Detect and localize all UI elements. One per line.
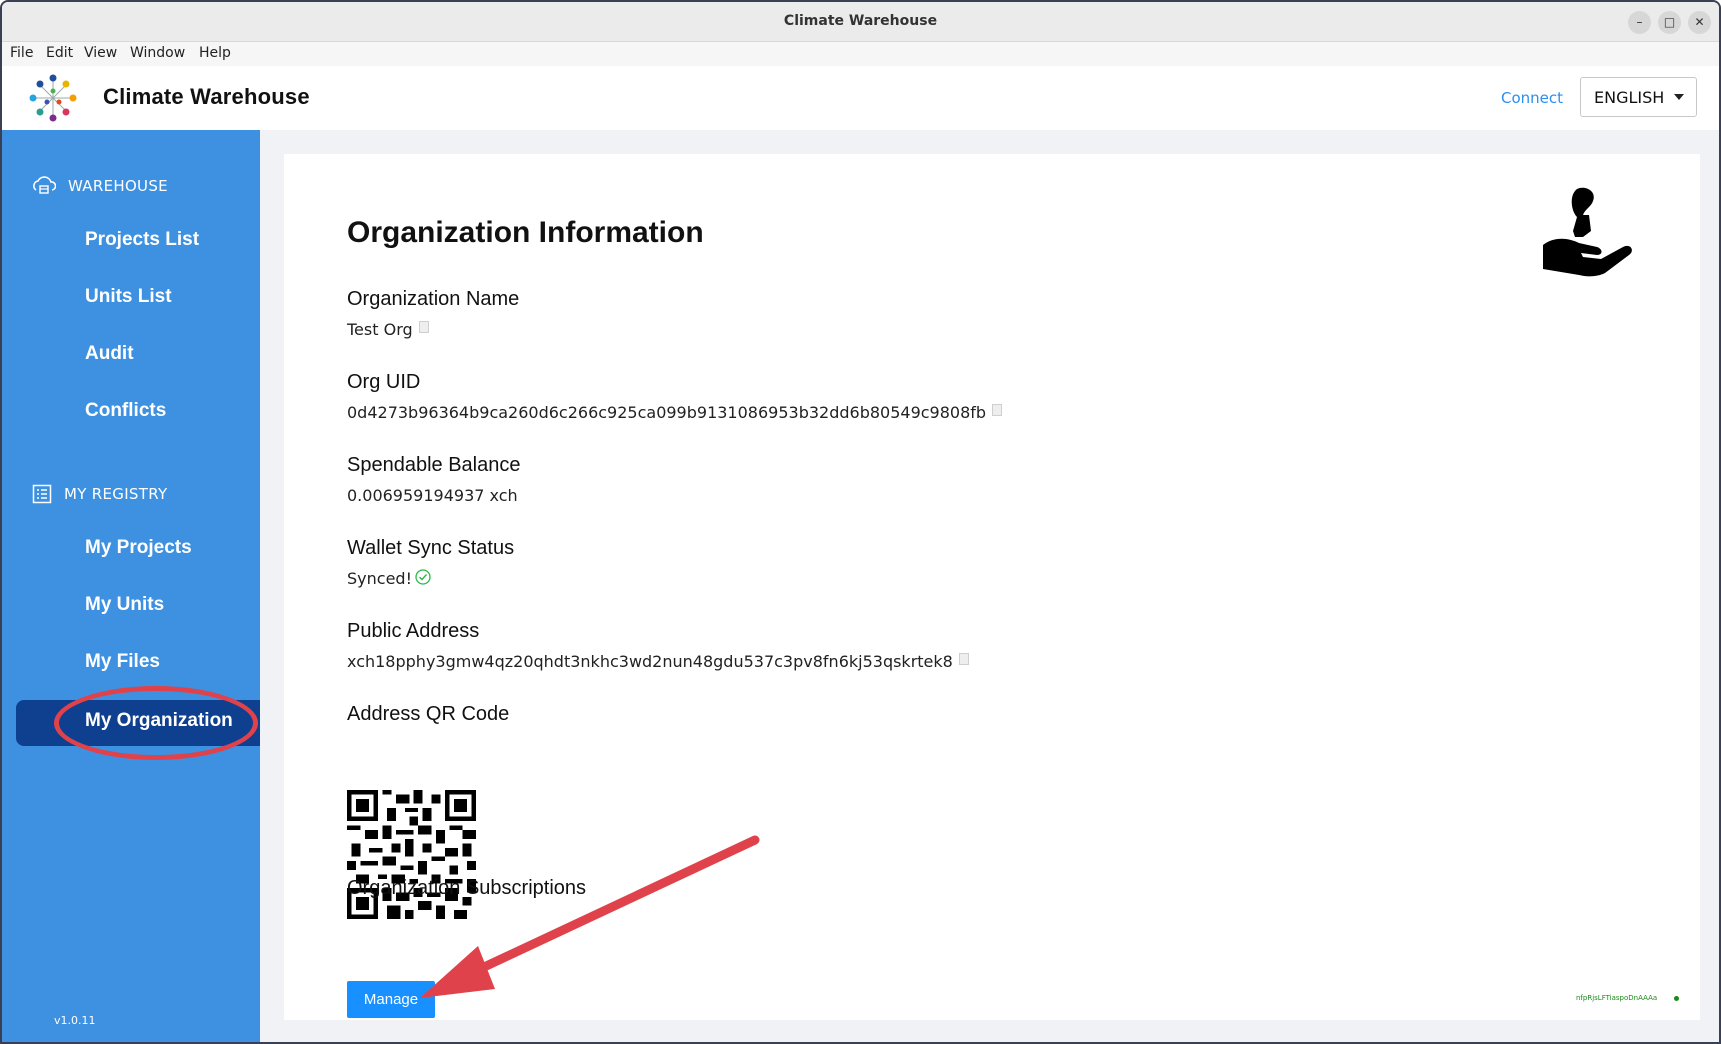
sync-status-value: Synced! bbox=[347, 568, 431, 588]
sidebar-item-projects-list[interactable]: Projects List bbox=[85, 229, 199, 251]
connection-id: nfpRjsLFTiaspoDnAAAa bbox=[1576, 994, 1658, 1002]
sidebar-section-warehouse: WAREHOUSE bbox=[32, 176, 168, 196]
organization-icon bbox=[1543, 187, 1632, 277]
main-content: Organization Information Organization Na… bbox=[284, 154, 1700, 1020]
status-dot bbox=[1674, 996, 1679, 1001]
manage-button[interactable]: Manage bbox=[347, 981, 435, 1018]
warehouse-label: WAREHOUSE bbox=[68, 177, 168, 195]
sidebar-item-my-projects[interactable]: My Projects bbox=[85, 537, 192, 559]
menu-help[interactable]: Help bbox=[199, 45, 231, 61]
balance-text: 0.006959194937 xch bbox=[347, 486, 518, 505]
menu-edit[interactable]: Edit bbox=[46, 45, 73, 61]
registry-label: MY REGISTRY bbox=[64, 485, 168, 503]
close-icon[interactable]: ✕ bbox=[1688, 11, 1711, 34]
title-bar: Climate Warehouse – □ ✕ bbox=[2, 2, 1719, 42]
chevron-down-icon bbox=[1674, 94, 1684, 100]
public-address-value: xch18pphy3gmw4qz20qhdt3nkhc3wd2nun48gdu5… bbox=[347, 652, 969, 671]
org-name-value: Test Org bbox=[347, 320, 429, 339]
public-address-label: Public Address bbox=[347, 620, 480, 642]
qr-code-label: Address QR Code bbox=[347, 703, 510, 725]
version-label: v1.0.11 bbox=[54, 1014, 96, 1027]
org-uid-value: 0d4273b96364b9ca260d6c266c925ca099b91310… bbox=[347, 403, 1003, 422]
org-name-label: Organization Name bbox=[347, 288, 520, 310]
sync-status-label: Wallet Sync Status bbox=[347, 537, 515, 559]
balance-label: Spendable Balance bbox=[347, 454, 521, 476]
minimize-icon[interactable]: – bbox=[1628, 11, 1651, 34]
sidebar-item-audit[interactable]: Audit bbox=[85, 343, 134, 365]
connect-link[interactable]: Connect bbox=[1501, 89, 1563, 107]
page-title: Organization Information bbox=[347, 216, 704, 249]
sidebar-item-conflicts[interactable]: Conflicts bbox=[85, 400, 166, 422]
balance-value: 0.006959194937 xch bbox=[347, 486, 518, 505]
menu-bar: File Edit View Window Help bbox=[2, 42, 1719, 66]
copy-icon[interactable] bbox=[958, 652, 969, 665]
sidebar-item-my-files[interactable]: My Files bbox=[85, 651, 160, 673]
app-name: Climate Warehouse bbox=[103, 84, 310, 109]
warehouse-icon bbox=[33, 176, 56, 194]
subscriptions-label: Organization Subscriptions bbox=[347, 877, 587, 899]
menu-view[interactable]: View bbox=[84, 45, 117, 61]
copy-icon[interactable] bbox=[418, 320, 429, 333]
sidebar-item-my-organization[interactable]: My Organization bbox=[16, 700, 260, 746]
registry-icon bbox=[32, 484, 52, 504]
app-window: Climate Warehouse – □ ✕ File Edit View W… bbox=[0, 0, 1721, 1044]
sidebar-item-label: My Organization bbox=[85, 710, 233, 731]
org-uid-label: Org UID bbox=[347, 371, 421, 393]
language-select[interactable]: ENGLISH bbox=[1580, 77, 1697, 117]
org-name-text: Test Org bbox=[347, 320, 413, 339]
sidebar: WAREHOUSE Projects List Units List Audit… bbox=[2, 130, 260, 1042]
org-uid-text: 0d4273b96364b9ca260d6c266c925ca099b91310… bbox=[347, 403, 987, 422]
logo-icon bbox=[29, 74, 77, 122]
language-value: ENGLISH bbox=[1594, 88, 1665, 107]
check-circle-icon bbox=[415, 568, 431, 585]
sidebar-section-registry: MY REGISTRY bbox=[32, 484, 167, 504]
sync-status-text: Synced! bbox=[347, 569, 412, 588]
menu-window[interactable]: Window bbox=[130, 45, 185, 61]
menu-file[interactable]: File bbox=[10, 45, 33, 61]
sidebar-item-units-list[interactable]: Units List bbox=[85, 286, 172, 308]
sidebar-item-my-units[interactable]: My Units bbox=[85, 594, 164, 616]
window-title: Climate Warehouse bbox=[783, 13, 938, 29]
app-header: Climate Warehouse Connect ENGLISH bbox=[2, 66, 1719, 130]
copy-icon[interactable] bbox=[992, 403, 1003, 416]
maximize-icon[interactable]: □ bbox=[1658, 11, 1681, 34]
public-address-text: xch18pphy3gmw4qz20qhdt3nkhc3wd2nun48gdu5… bbox=[347, 652, 953, 671]
